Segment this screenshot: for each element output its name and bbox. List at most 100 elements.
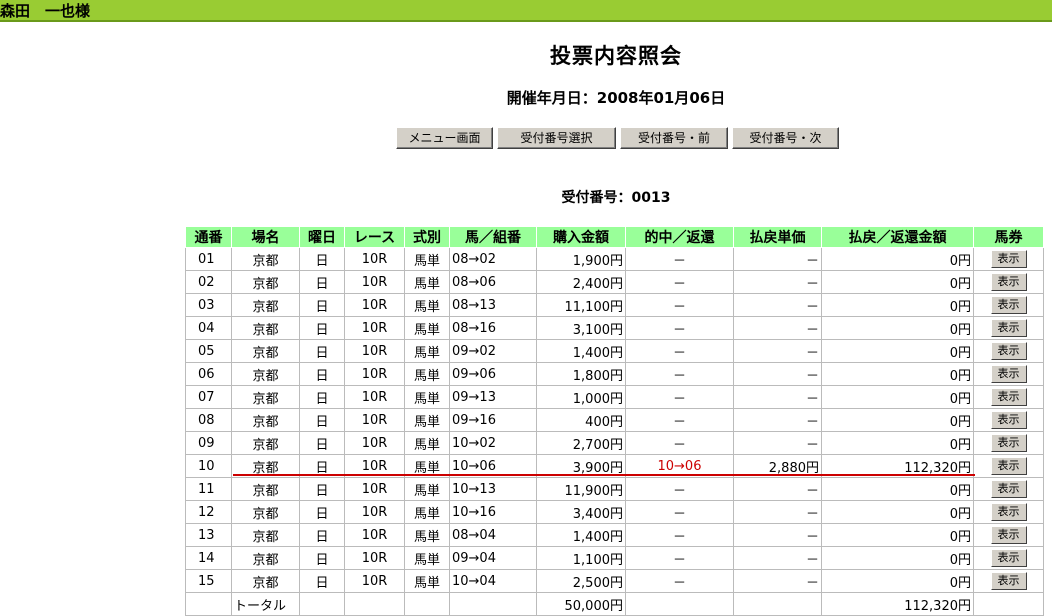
show-ticket-button[interactable]: 表示 [990, 319, 1027, 337]
weekday: 日 [299, 569, 345, 593]
purchase-amount: 2,500円 [536, 569, 626, 593]
ticket: 表示 [973, 339, 1044, 363]
bet-type: 馬単 [404, 270, 450, 294]
payout-unit: － [733, 408, 822, 432]
weekday: 日 [299, 247, 345, 271]
ticket: 表示 [973, 477, 1044, 501]
payout-amount: 0円 [821, 500, 974, 524]
show-ticket-button[interactable]: 表示 [990, 572, 1027, 590]
combination: 10→04 [449, 569, 537, 593]
show-ticket-button[interactable]: 表示 [990, 388, 1027, 406]
combination: 09→16 [449, 408, 537, 432]
hit-refund: － [625, 316, 734, 340]
user-name-bar: 森田 一也様 [0, 0, 1052, 22]
bet-type: 馬単 [404, 546, 450, 570]
purchase-amount: 3,100円 [536, 316, 626, 340]
event-date: 開催年月日：2008年01月06日 [506, 89, 726, 107]
receipt-prev-button[interactable]: 受付番号・前 [620, 127, 728, 149]
col-header: 的中／返還 [625, 226, 734, 248]
venue: 京都 [231, 362, 300, 386]
combination: 08→02 [449, 247, 537, 271]
ticket: 表示 [973, 546, 1044, 570]
col-header: 場名 [231, 226, 300, 248]
receipt-select-button[interactable]: 受付番号選択 [497, 127, 616, 149]
weekday: 日 [299, 339, 345, 363]
hit-refund: － [625, 362, 734, 386]
hit-refund: － [625, 569, 734, 593]
payout-amount: 0円 [821, 569, 974, 593]
weekday: 日 [299, 408, 345, 432]
payout-unit: － [733, 569, 822, 593]
col-header: 通番 [185, 226, 232, 248]
ticket: 表示 [973, 270, 1044, 294]
row-number: 13 [185, 523, 232, 547]
bet-table: 通番 場名 曜日 レース 式別 馬／組番 購入金額 的中／返還 払戻単価 払戻／… [185, 226, 1044, 616]
receipt-next-button[interactable]: 受付番号・次 [732, 127, 839, 149]
show-ticket-button[interactable]: 表示 [990, 411, 1027, 429]
bet-type: 馬単 [404, 316, 450, 340]
row-number: 03 [185, 293, 232, 317]
show-ticket-button[interactable]: 表示 [990, 480, 1027, 498]
table-row: 09 京都日 10R 馬単 10→02 2,700円－－ 0円 表示 [185, 431, 1044, 455]
row-number: 12 [185, 500, 232, 524]
ticket: 表示 [973, 385, 1044, 409]
combination: 08→06 [449, 270, 537, 294]
purchase-amount: 1,000円 [536, 385, 626, 409]
hit-refund: － [625, 385, 734, 409]
purchase-amount: 400円 [536, 408, 626, 432]
show-ticket-button[interactable]: 表示 [990, 342, 1027, 360]
payout-unit: － [733, 362, 822, 386]
show-ticket-button[interactable]: 表示 [990, 503, 1027, 521]
bet-type: 馬単 [404, 569, 450, 593]
purchase-amount: 1,400円 [536, 339, 626, 363]
row-number: 11 [185, 477, 232, 501]
menu-screen-button[interactable]: メニュー画面 [396, 127, 493, 149]
race: 10R [344, 546, 405, 570]
venue: 京都 [231, 247, 300, 271]
row-number: 06 [185, 362, 232, 386]
combination: 10→13 [449, 477, 537, 501]
table-row: 15 京都日 10R 馬単 10→04 2,500円－－ 0円 表示 [185, 569, 1044, 593]
payout-unit: － [733, 247, 822, 271]
hit-refund: － [625, 408, 734, 432]
user-name: 森田 一也様 [0, 2, 91, 20]
hit-refund: － [625, 546, 734, 570]
table-row: 06 京都日 10R 馬単 09→06 1,800円－－ 0円 表示 [185, 362, 1044, 386]
venue: 京都 [231, 569, 300, 593]
weekday: 日 [299, 546, 345, 570]
show-ticket-button[interactable]: 表示 [990, 549, 1027, 567]
col-header: 式別 [404, 226, 450, 248]
show-ticket-button[interactable]: 表示 [990, 296, 1027, 314]
race: 10R [344, 385, 405, 409]
table-row: 13 京都日 10R 馬単 08→04 1,400円－－ 0円 表示 [185, 523, 1044, 547]
bet-type: 馬単 [404, 385, 450, 409]
combination: 09→04 [449, 546, 537, 570]
receipt-number: 受付番号：0013 [561, 190, 671, 206]
row-number: 15 [185, 569, 232, 593]
ticket: 表示 [973, 569, 1044, 593]
bet-type: 馬単 [404, 408, 450, 432]
show-ticket-button[interactable]: 表示 [990, 457, 1027, 475]
show-ticket-button[interactable]: 表示 [990, 365, 1027, 383]
show-ticket-button[interactable]: 表示 [990, 526, 1027, 544]
show-ticket-button[interactable]: 表示 [990, 273, 1027, 291]
purchase-amount: 11,900円 [536, 477, 626, 501]
hit-refund: － [625, 270, 734, 294]
show-ticket-button[interactable]: 表示 [990, 250, 1027, 268]
nav-buttons: メニュー画面 受付番号選択 受付番号・前 受付番号・次 [396, 127, 839, 149]
payout-amount: 0円 [821, 247, 974, 271]
payout-amount: 0円 [821, 316, 974, 340]
ticket: 表示 [973, 431, 1044, 455]
combination: 10→02 [449, 431, 537, 455]
table-row: 11 京都日 10R 馬単 10→13 11,900円－－ 0円 表示 [185, 477, 1044, 501]
venue: 京都 [231, 477, 300, 501]
venue: 京都 [231, 293, 300, 317]
row-number: 08 [185, 408, 232, 432]
weekday: 日 [299, 477, 345, 501]
hit-refund: － [625, 339, 734, 363]
table-row: 14 京都日 10R 馬単 09→04 1,100円－－ 0円 表示 [185, 546, 1044, 570]
show-ticket-button[interactable]: 表示 [990, 434, 1027, 452]
table-row: 04 京都日 10R 馬単 08→16 3,100円－－ 0円 表示 [185, 316, 1044, 340]
weekday: 日 [299, 385, 345, 409]
col-header: 購入金額 [536, 226, 626, 248]
